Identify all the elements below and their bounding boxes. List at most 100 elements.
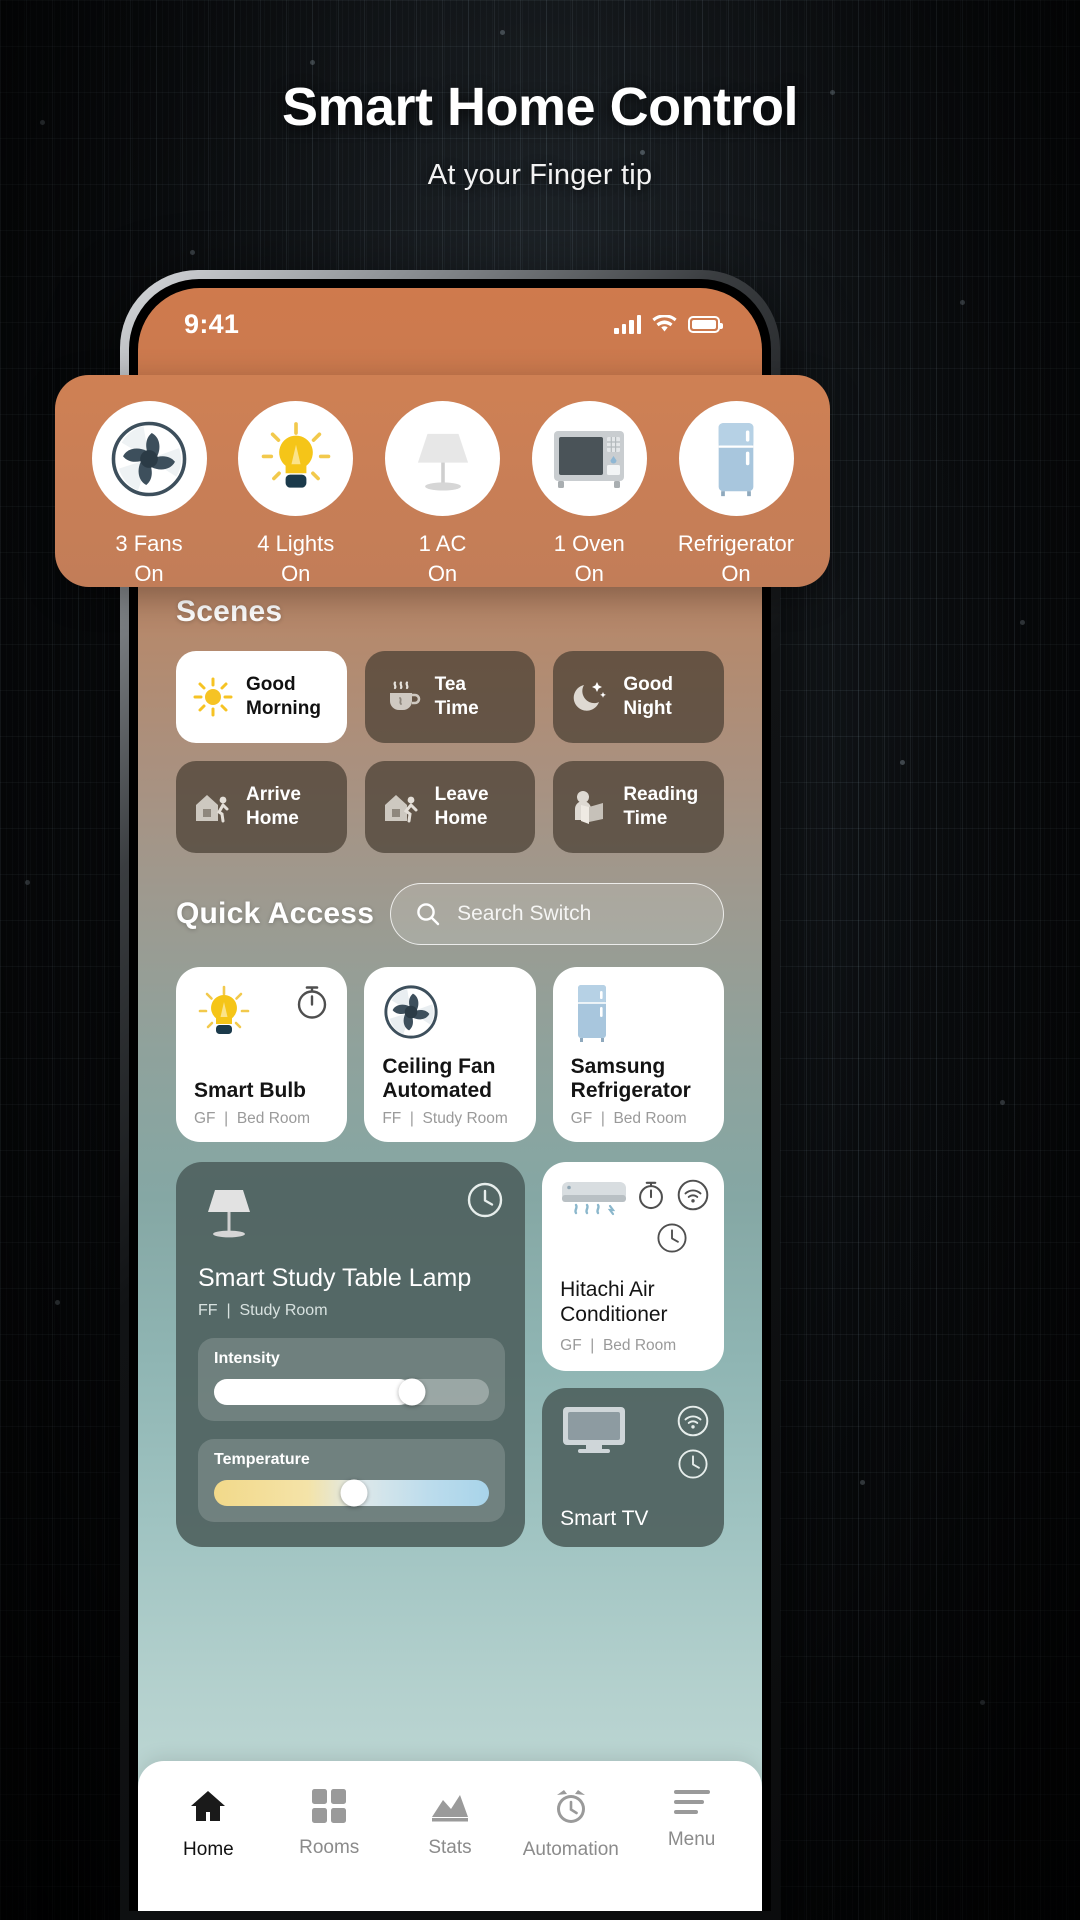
device-card-smart-bulb[interactable]: Smart Bulb GF | Bed Room xyxy=(176,967,348,1142)
microwave-icon xyxy=(554,430,625,488)
quick-access-header: Quick Access Search Switch xyxy=(138,853,762,945)
fan-icon xyxy=(111,421,187,496)
clock-icon[interactable] xyxy=(676,1447,710,1481)
tv-card-badges xyxy=(676,1404,710,1481)
lamp-card-top-row xyxy=(198,1180,505,1258)
tab-label: Stats xyxy=(428,1837,472,1858)
ac-card-location: GF | Bed Room xyxy=(560,1337,677,1355)
tab-label: Rooms xyxy=(299,1837,360,1858)
wifi-icon[interactable] xyxy=(676,1178,710,1212)
device-card-name: Smart Bulb xyxy=(194,1079,307,1103)
device-card-name: Ceiling Fan Automated xyxy=(382,1055,496,1103)
table-lamp-icon xyxy=(208,1190,250,1238)
device-summary-icon-wrap xyxy=(238,401,354,516)
tab-label: Automation xyxy=(522,1839,619,1860)
device-card-location: GF | Bed Room xyxy=(570,1110,687,1127)
status-bar: 9:41 xyxy=(138,288,762,350)
scene-tile-leave-home[interactable]: Leave Home xyxy=(364,761,536,853)
alarm-clock-icon xyxy=(556,1790,585,1823)
ac-card-badges xyxy=(635,1178,710,1255)
lightbulb-icon xyxy=(198,985,250,1034)
fan-icon xyxy=(384,985,438,1039)
scene-tile-good-morning[interactable]: Good Morning xyxy=(176,651,347,743)
device-summary-icon-wrap xyxy=(385,401,500,516)
intensity-slider-label: Intensity xyxy=(214,1350,280,1367)
clock-icon[interactable] xyxy=(655,1221,689,1255)
device-summary-label: 3 Fans On xyxy=(115,531,183,586)
temperature-slider-group: Temperature xyxy=(198,1439,506,1522)
timer-icon[interactable] xyxy=(635,1179,667,1211)
lamp-card-name: Smart Study Table Lamp xyxy=(198,1264,472,1292)
intensity-slider-group: Intensity xyxy=(198,1338,506,1421)
sun-icon xyxy=(190,677,236,717)
device-card-name: Samsung Refrigerator xyxy=(570,1055,691,1103)
tea-cup-icon xyxy=(379,677,425,717)
scenes-grid: Good Morning Tea Time Good Night Arrive … xyxy=(138,629,762,853)
quick-access-cards: Smart Bulb GF | Bed Room Ceiling Fan Aut… xyxy=(138,945,762,1142)
hero-heading-block: Smart Home Control At your Finger tip xyxy=(0,77,1080,192)
temperature-slider-knob[interactable] xyxy=(340,1479,368,1507)
table-lamp-icon xyxy=(417,433,468,491)
intensity-slider-knob[interactable] xyxy=(398,1378,426,1406)
device-summary-fans[interactable]: 3 Fans On xyxy=(87,401,211,588)
search-switch-field[interactable]: Search Switch xyxy=(390,883,724,945)
device-summary-refrigerator[interactable]: Refrigerator On xyxy=(674,401,798,588)
tab-stats[interactable]: Stats xyxy=(390,1787,510,1859)
device-card-ceiling-fan[interactable]: Ceiling Fan Automated FF | Study Room xyxy=(364,967,536,1142)
lamp-card-location: FF | Study Room xyxy=(198,1302,328,1319)
reading-icon xyxy=(567,787,613,827)
ac-card-name: Hitachi Air Conditioner xyxy=(560,1278,668,1327)
scene-tile-good-night[interactable]: Good Night xyxy=(553,651,724,743)
wifi-icon[interactable] xyxy=(676,1404,710,1438)
device-card-smart-tv[interactable]: Smart TV xyxy=(542,1388,724,1548)
status-bar-indicators xyxy=(614,314,723,334)
device-card-samsung-refrigerator[interactable]: Samsung Refrigerator GF | Bed Room xyxy=(552,967,724,1142)
refrigerator-icon xyxy=(718,422,754,496)
leave-home-icon xyxy=(379,787,425,827)
tab-label: Home xyxy=(183,1839,234,1860)
scene-tile-reading-time[interactable]: Reading Time xyxy=(553,761,724,853)
intensity-slider[interactable] xyxy=(214,1378,490,1406)
device-summary-label: 1 Oven On xyxy=(553,531,625,586)
tab-rooms[interactable]: Rooms xyxy=(269,1787,389,1859)
device-card-smart-study-table-lamp[interactable]: Smart Study Table Lamp FF | Study Room I… xyxy=(176,1162,526,1548)
lower-cards-row: Smart Study Table Lamp FF | Study Room I… xyxy=(138,1142,762,1548)
device-summary-label: 1 AC On xyxy=(418,531,467,586)
device-summary-label: Refrigerator On xyxy=(677,531,795,586)
right-cards-column: Hitachi Air Conditioner GF | Bed Room Sm… xyxy=(542,1162,724,1548)
scene-label: Reading Time xyxy=(623,784,699,829)
scene-label: Arrive Home xyxy=(246,784,301,829)
card-top-row xyxy=(571,983,708,1043)
device-summary-icon-wrap xyxy=(531,401,647,516)
scene-label: Good Morning xyxy=(246,674,321,719)
temperature-slider[interactable] xyxy=(214,1479,490,1507)
home-icon xyxy=(191,1791,226,1821)
device-card-location: FF | Study Room xyxy=(382,1110,508,1127)
search-placeholder: Search Switch xyxy=(457,902,592,925)
timer-icon[interactable] xyxy=(293,983,331,1021)
battery-full-icon xyxy=(688,315,723,333)
scenes-section-title: Scenes xyxy=(176,595,283,628)
grid-icon xyxy=(312,1789,347,1823)
intensity-slider-fill xyxy=(214,1379,413,1405)
device-summary-lights[interactable]: 4 Lights On xyxy=(234,401,358,588)
tab-home[interactable]: Home xyxy=(148,1787,268,1861)
device-summary-oven[interactable]: 1 Oven On xyxy=(527,401,651,588)
device-summary-ac[interactable]: 1 AC On xyxy=(381,401,505,588)
device-card-hitachi-air-conditioner[interactable]: Hitachi Air Conditioner GF | Bed Room xyxy=(542,1162,724,1372)
scene-tile-arrive-home[interactable]: Arrive Home xyxy=(176,761,347,853)
wifi-icon xyxy=(652,314,677,331)
ac-card-top-row xyxy=(560,1178,710,1255)
quick-access-title: Quick Access xyxy=(176,897,375,930)
clock-icon[interactable] xyxy=(465,1180,505,1220)
tab-menu[interactable]: Menu xyxy=(632,1787,752,1851)
tab-automation[interactable]: Automation xyxy=(511,1787,631,1861)
device-card-location: GF | Bed Room xyxy=(194,1110,311,1127)
scene-tile-tea-time[interactable]: Tea Time xyxy=(364,651,536,743)
lightbulb-icon xyxy=(261,421,331,488)
tv-card-top-row xyxy=(560,1404,710,1481)
ac-card-badge-row-2 xyxy=(655,1221,689,1255)
television-icon xyxy=(563,1407,626,1454)
moon-stars-icon xyxy=(567,677,613,717)
device-summary-icon-wrap xyxy=(678,401,794,516)
